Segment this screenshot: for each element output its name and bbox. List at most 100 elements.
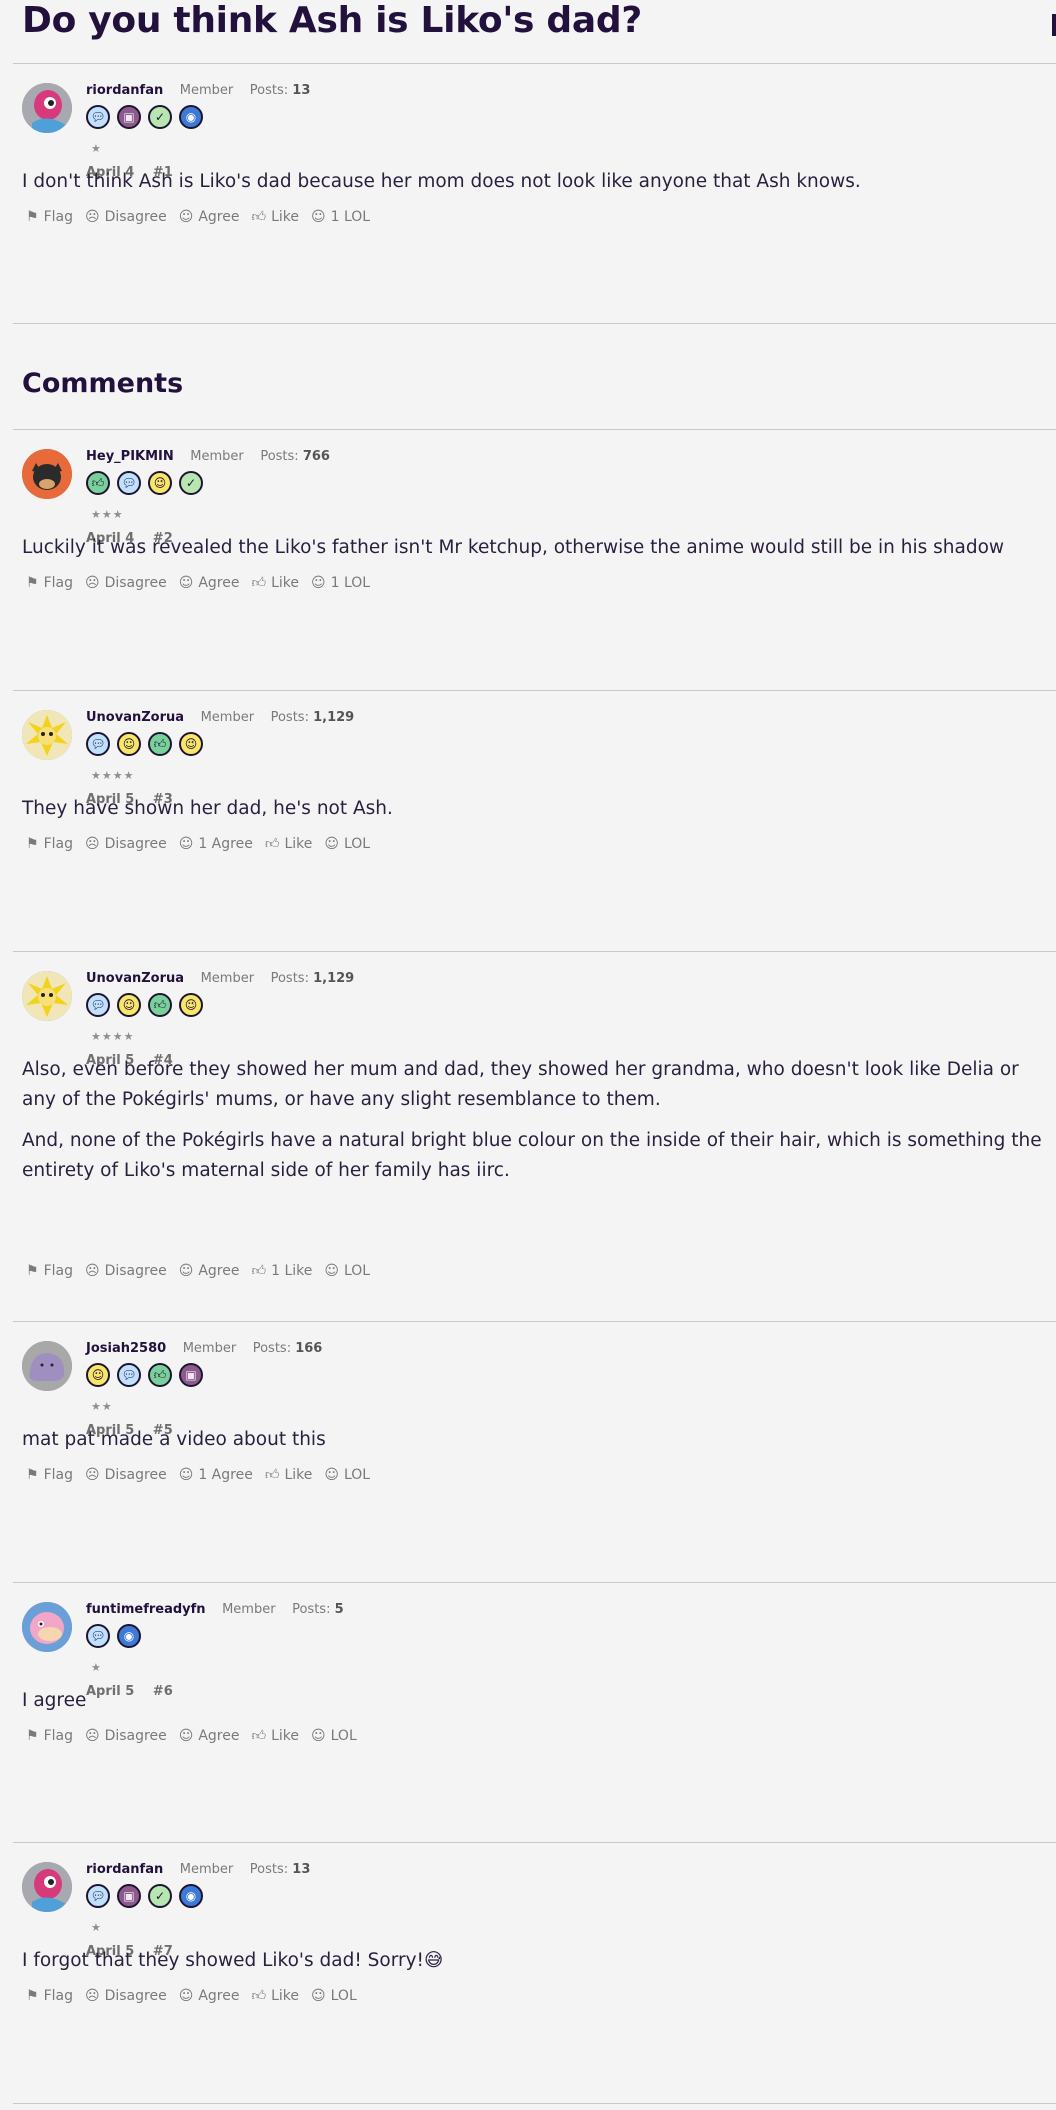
thumbs-up-icon[interactable]: 👍︎	[148, 1363, 172, 1387]
disagree-button[interactable]: ☹ Disagree	[85, 209, 167, 225]
speech-bubble-icon[interactable]: 💬︎	[117, 1363, 141, 1387]
lol-button[interactable]: ☺ LOL	[311, 1988, 357, 2004]
avatar[interactable]	[22, 1862, 72, 1912]
avatar[interactable]	[22, 1341, 72, 1391]
lol-button[interactable]: ☺ 1 LOL	[311, 575, 370, 591]
like-button[interactable]: 👍︎ Like	[251, 574, 299, 592]
username-link[interactable]: riordanfan	[86, 83, 163, 98]
avatar[interactable]	[22, 971, 72, 1021]
like-button[interactable]: 👍︎ Like	[265, 1466, 313, 1484]
calendar-icon[interactable]: ▣	[117, 105, 141, 129]
flag-button[interactable]: ⚑ Flag	[26, 575, 73, 591]
flag-button[interactable]: ⚑ Flag	[26, 1988, 73, 2004]
flag-icon: ⚑	[26, 1987, 39, 2004]
camera-icon[interactable]: ◉	[117, 1624, 141, 1648]
flag-button[interactable]: ⚑ Flag	[26, 209, 73, 225]
agree-button[interactable]: ☺ Agree	[179, 1263, 240, 1279]
thumbs-up-icon: 👍︎	[251, 1988, 267, 2004]
disagree-button[interactable]: ☹ Disagree	[85, 1263, 167, 1279]
check-icon[interactable]: ✓	[148, 105, 172, 129]
user-post-count: Posts: 1,129	[271, 971, 355, 986]
flag-button[interactable]: ⚑ Flag	[26, 836, 73, 852]
flag-icon: ⚑	[26, 1727, 39, 1744]
lol-button[interactable]: ☺ LOL	[311, 1728, 357, 1744]
like-button[interactable]: 👍︎ Like	[265, 835, 313, 853]
wink-icon[interactable]: 😉︎	[179, 993, 203, 1017]
flag-button[interactable]: ⚑ Flag	[26, 1467, 73, 1483]
avatar[interactable]	[22, 449, 72, 499]
posts-label: Posts:	[270, 710, 309, 725]
flag-button[interactable]: ⚑ Flag	[26, 1728, 73, 1744]
smile-icon[interactable]: ☺	[86, 1363, 110, 1387]
comments-heading: Comments	[22, 368, 184, 399]
username-link[interactable]: Josiah2580	[86, 1341, 166, 1356]
post-paragraph: Luckily it was revealed the Liko's fathe…	[22, 537, 1005, 558]
disagree-button[interactable]: ☹ Disagree	[85, 1988, 167, 2004]
avatar[interactable]	[22, 83, 72, 133]
username-link[interactable]: funtimefreadyfn	[86, 1602, 206, 1617]
lol-label: LOL	[343, 835, 371, 852]
wink-icon[interactable]: 😉︎	[179, 732, 203, 756]
check-icon[interactable]: ✓	[179, 471, 203, 495]
agree-button[interactable]: ☺ Agree	[179, 209, 240, 225]
speech-bubble-icon[interactable]: 💬︎	[86, 1624, 110, 1648]
camera-icon[interactable]: ◉	[179, 105, 203, 129]
smile-icon: ☺	[178, 1262, 194, 1279]
lol-button[interactable]: ☺ LOL	[324, 1263, 370, 1279]
smile-icon[interactable]: ☺	[117, 993, 141, 1017]
speech-bubble-icon[interactable]: 💬︎	[117, 471, 141, 495]
check-icon[interactable]: ✓	[148, 1884, 172, 1908]
avatar[interactable]	[22, 710, 72, 760]
username-link[interactable]: UnovanZorua	[86, 710, 184, 725]
speech-bubble-icon[interactable]: 💬︎	[86, 1884, 110, 1908]
avatar[interactable]	[22, 1602, 72, 1652]
laugh-icon: ☺	[311, 1727, 326, 1744]
agree-button[interactable]: ☺ Agree	[179, 1988, 240, 2004]
smile-icon: ☺	[178, 835, 194, 852]
post-body: I don't think Ash is Liko's dad because …	[22, 167, 1056, 208]
badge-list: 💬︎ ▣ ✓ ◉	[86, 1884, 203, 1912]
like-label: Like	[284, 1466, 313, 1483]
rank-stars: ★	[91, 1661, 102, 1674]
like-label: 1 Like	[271, 1262, 313, 1279]
disagree-button[interactable]: ☹ Disagree	[85, 1467, 167, 1483]
comment: UnovanZorua Member Posts: 1,129 💬︎ ☺ 👍︎ 😉︎ …	[0, 951, 1056, 1279]
agree-button[interactable]: ☺ 1 Agree	[179, 1467, 253, 1483]
camera-icon[interactable]: ◉	[179, 1884, 203, 1908]
username-link[interactable]: Hey_PIKMIN	[86, 449, 174, 464]
disagree-label: Disagree	[104, 1987, 167, 2004]
lol-button[interactable]: ☺ LOL	[324, 836, 370, 852]
lol-label: 1 LOL	[330, 208, 371, 225]
username-link[interactable]: UnovanZorua	[86, 971, 184, 986]
like-button[interactable]: 👍︎ Like	[251, 1727, 300, 1745]
post-body: mat pat made a video about this	[22, 1425, 1056, 1466]
like-button[interactable]: 👍︎ Like	[251, 1987, 299, 2005]
frown-icon: ☹	[84, 574, 100, 591]
agree-button[interactable]: ☺ Agree	[179, 575, 240, 591]
disagree-button[interactable]: ☹ Disagree	[85, 575, 167, 591]
username-link[interactable]: riordanfan	[86, 1862, 163, 1877]
like-button[interactable]: 👍︎ Like	[251, 208, 299, 226]
speech-bubble-icon[interactable]: 💬︎	[86, 105, 110, 129]
thumbs-up-icon[interactable]: 👍︎	[86, 471, 110, 495]
agree-button[interactable]: ☺ Agree	[179, 1728, 240, 1744]
calendar-icon[interactable]: ▣	[179, 1363, 203, 1387]
speech-bubble-icon[interactable]: 💬︎	[86, 732, 110, 756]
speech-bubble-icon[interactable]: 💬︎	[86, 993, 110, 1017]
wink-icon[interactable]: 😉︎	[148, 471, 172, 495]
lol-button[interactable]: ☺ 1 LOL	[311, 209, 370, 225]
thumbs-up-icon[interactable]: 👍︎	[148, 732, 172, 756]
like-label: Like	[271, 1727, 300, 1744]
like-button[interactable]: 👍︎ 1 Like	[251, 1262, 313, 1280]
smile-icon[interactable]: ☺	[117, 732, 141, 756]
calendar-icon[interactable]: ▣	[117, 1884, 141, 1908]
disagree-button[interactable]: ☹ Disagree	[85, 836, 167, 852]
posts-value: 13	[292, 83, 311, 98]
reaction-bar: ⚑ Flag ☹ Disagree ☺ Agree 👍︎ Like ☺ 1 LOL	[26, 574, 370, 592]
post-body: Also, even before they showed her mum an…	[22, 1055, 1056, 1197]
disagree-button[interactable]: ☹ Disagree	[85, 1728, 167, 1744]
agree-button[interactable]: ☺ 1 Agree	[179, 836, 253, 852]
thumbs-up-icon[interactable]: 👍︎	[148, 993, 172, 1017]
flag-button[interactable]: ⚑ Flag	[26, 1263, 73, 1279]
lol-button[interactable]: ☺ LOL	[324, 1467, 370, 1483]
